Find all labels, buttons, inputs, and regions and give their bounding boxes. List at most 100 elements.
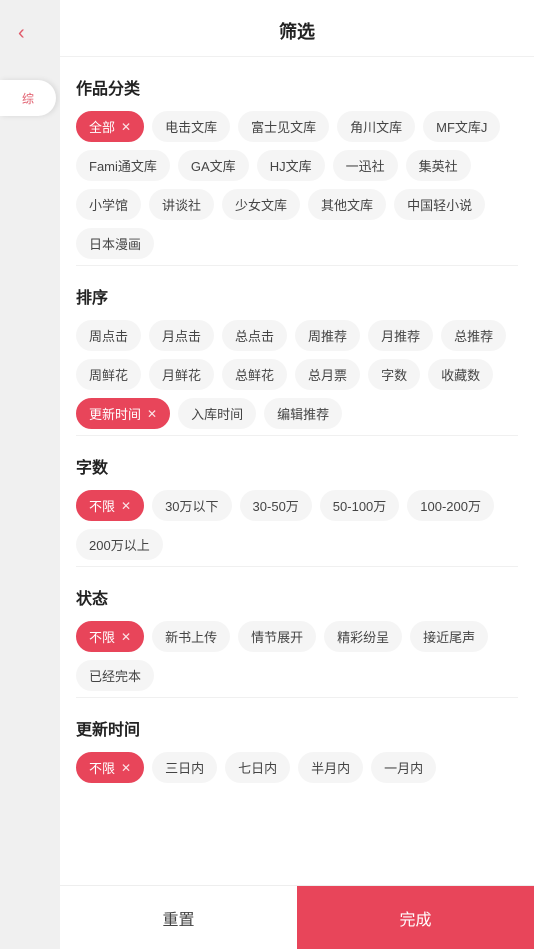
reset-button[interactable]: 重置: [60, 886, 297, 949]
tag-wordcount-3[interactable]: 50-100万: [320, 490, 399, 521]
tag-category-11[interactable]: 讲谈社: [149, 189, 214, 220]
tag-status-4[interactable]: 接近尾声: [410, 621, 488, 652]
tag-label: 集英社: [419, 156, 458, 175]
tag-label: 精彩纷呈: [337, 627, 389, 646]
category-tags: 全部 ✕ 电击文库 富士见文库 角川文库 MF文库J Fami通文库 GA文库 …: [76, 111, 518, 259]
page-title: 筛选: [279, 22, 315, 42]
tag-wordcount-0[interactable]: 不限 ✕: [76, 490, 144, 521]
tag-label: 编辑推荐: [277, 404, 329, 423]
tag-status-3[interactable]: 精彩纷呈: [324, 621, 402, 652]
confirm-button[interactable]: 完成: [297, 886, 534, 949]
tag-sort-13[interactable]: 入库时间: [178, 398, 256, 429]
back-icon[interactable]: ‹: [18, 22, 25, 45]
main-panel: 筛选 作品分类 全部 ✕ 电击文库 富士见文库 角川文库 MF文库J Fami通…: [60, 0, 534, 949]
tag-label: 总点击: [235, 326, 274, 345]
tag-category-3[interactable]: 角川文库: [337, 111, 415, 142]
tag-sort-4[interactable]: 月推荐: [368, 320, 433, 351]
tag-sort-8[interactable]: 总鲜花: [222, 359, 287, 390]
tag-category-5[interactable]: Fami通文库: [76, 150, 170, 181]
tag-category-15[interactable]: 日本漫画: [76, 228, 154, 259]
tag-label: 总鲜花: [235, 365, 274, 384]
tag-category-13[interactable]: 其他文库: [308, 189, 386, 220]
section-category: 作品分类 全部 ✕ 电击文库 富士见文库 角川文库 MF文库J Fami通文库 …: [76, 75, 518, 259]
tag-close-icon[interactable]: ✕: [121, 630, 131, 644]
tag-label: 30-50万: [253, 496, 299, 515]
tag-updatetime-0[interactable]: 不限 ✕: [76, 752, 144, 783]
section-updatetime: 更新时间 不限 ✕ 三日内 七日内 半月内 一月内: [76, 716, 518, 783]
tag-label: 小学馆: [89, 195, 128, 214]
tag-category-9[interactable]: 集英社: [406, 150, 471, 181]
tag-category-2[interactable]: 富士见文库: [238, 111, 329, 142]
tag-status-0[interactable]: 不限 ✕: [76, 621, 144, 652]
tag-updatetime-3[interactable]: 半月内: [298, 752, 363, 783]
tag-category-0[interactable]: 全部 ✕: [76, 111, 144, 142]
tag-category-10[interactable]: 小学馆: [76, 189, 141, 220]
tag-category-7[interactable]: HJ文库: [257, 150, 325, 181]
tag-label: 月鲜花: [162, 365, 201, 384]
tag-updatetime-2[interactable]: 七日内: [225, 752, 290, 783]
tag-sort-6[interactable]: 周鲜花: [76, 359, 141, 390]
tag-close-icon[interactable]: ✕: [147, 407, 157, 421]
tag-sort-3[interactable]: 周推荐: [295, 320, 360, 351]
sidebar-tab[interactable]: 综: [0, 80, 56, 116]
tag-label: 收藏数: [441, 365, 480, 384]
tag-sort-2[interactable]: 总点击: [222, 320, 287, 351]
tag-label: 一迅社: [346, 156, 385, 175]
confirm-label: 完成: [399, 906, 431, 930]
tag-label: 中国轻小说: [407, 195, 472, 214]
section-sort: 排序 周点击 月点击 总点击 周推荐 月推荐 总推荐 周鲜花 月鲜花 总鲜花 总…: [76, 284, 518, 429]
tag-label: 七日内: [238, 758, 277, 777]
tag-close-icon[interactable]: ✕: [121, 761, 131, 775]
wordcount-title: 字数: [76, 454, 518, 478]
tag-label: 月推荐: [381, 326, 420, 345]
reset-label: 重置: [162, 906, 194, 930]
tag-sort-7[interactable]: 月鲜花: [149, 359, 214, 390]
tag-category-1[interactable]: 电击文库: [152, 111, 230, 142]
tag-label: 半月内: [311, 758, 350, 777]
tag-close-icon[interactable]: ✕: [121, 499, 131, 513]
tag-sort-10[interactable]: 字数: [368, 359, 420, 390]
tag-label: 电击文库: [165, 117, 217, 136]
tag-category-12[interactable]: 少女文库: [222, 189, 300, 220]
status-tags: 不限 ✕ 新书上传 情节展开 精彩纷呈 接近尾声 已经完本: [76, 621, 518, 691]
tag-updatetime-4[interactable]: 一月内: [371, 752, 436, 783]
tag-label: 周鲜花: [89, 365, 128, 384]
wordcount-tags: 不限 ✕ 30万以下 30-50万 50-100万 100-200万 200万以…: [76, 490, 518, 560]
tag-label: 月点击: [162, 326, 201, 345]
tag-label: 100-200万: [420, 496, 481, 515]
tag-label: Fami通文库: [89, 156, 157, 175]
tag-category-4[interactable]: MF文库J: [423, 111, 500, 142]
tag-label: 角川文库: [350, 117, 402, 136]
tag-category-6[interactable]: GA文库: [178, 150, 249, 181]
sort-tags: 周点击 月点击 总点击 周推荐 月推荐 总推荐 周鲜花 月鲜花 总鲜花 总月票 …: [76, 320, 518, 429]
tag-status-2[interactable]: 情节展开: [238, 621, 316, 652]
tag-label: 全部: [89, 117, 115, 136]
tag-wordcount-2[interactable]: 30-50万: [240, 490, 312, 521]
divider-4: [76, 697, 518, 698]
tag-close-icon[interactable]: ✕: [121, 120, 131, 134]
tag-sort-9[interactable]: 总月票: [295, 359, 360, 390]
tag-sort-11[interactable]: 收藏数: [428, 359, 493, 390]
tag-label: 入库时间: [191, 404, 243, 423]
tag-category-8[interactable]: 一迅社: [333, 150, 398, 181]
tag-label: 周推荐: [308, 326, 347, 345]
tag-wordcount-1[interactable]: 30万以下: [152, 490, 231, 521]
tag-sort-5[interactable]: 总推荐: [441, 320, 506, 351]
tag-status-5[interactable]: 已经完本: [76, 660, 154, 691]
tag-label: 200万以上: [89, 535, 150, 554]
tag-label: 少女文库: [235, 195, 287, 214]
tag-wordcount-4[interactable]: 100-200万: [407, 490, 494, 521]
tag-updatetime-1[interactable]: 三日内: [152, 752, 217, 783]
tag-sort-0[interactable]: 周点击: [76, 320, 141, 351]
tag-wordcount-5[interactable]: 200万以上: [76, 529, 163, 560]
tag-status-1[interactable]: 新书上传: [152, 621, 230, 652]
tag-sort-12[interactable]: 更新时间 ✕: [76, 398, 170, 429]
sort-title: 排序: [76, 284, 518, 308]
tag-label: 不限: [89, 758, 115, 777]
tag-sort-14[interactable]: 编辑推荐: [264, 398, 342, 429]
tag-label: 富士见文库: [251, 117, 316, 136]
tag-category-14[interactable]: 中国轻小说: [394, 189, 485, 220]
tag-label: 一月内: [384, 758, 423, 777]
divider-2: [76, 435, 518, 436]
tag-sort-1[interactable]: 月点击: [149, 320, 214, 351]
